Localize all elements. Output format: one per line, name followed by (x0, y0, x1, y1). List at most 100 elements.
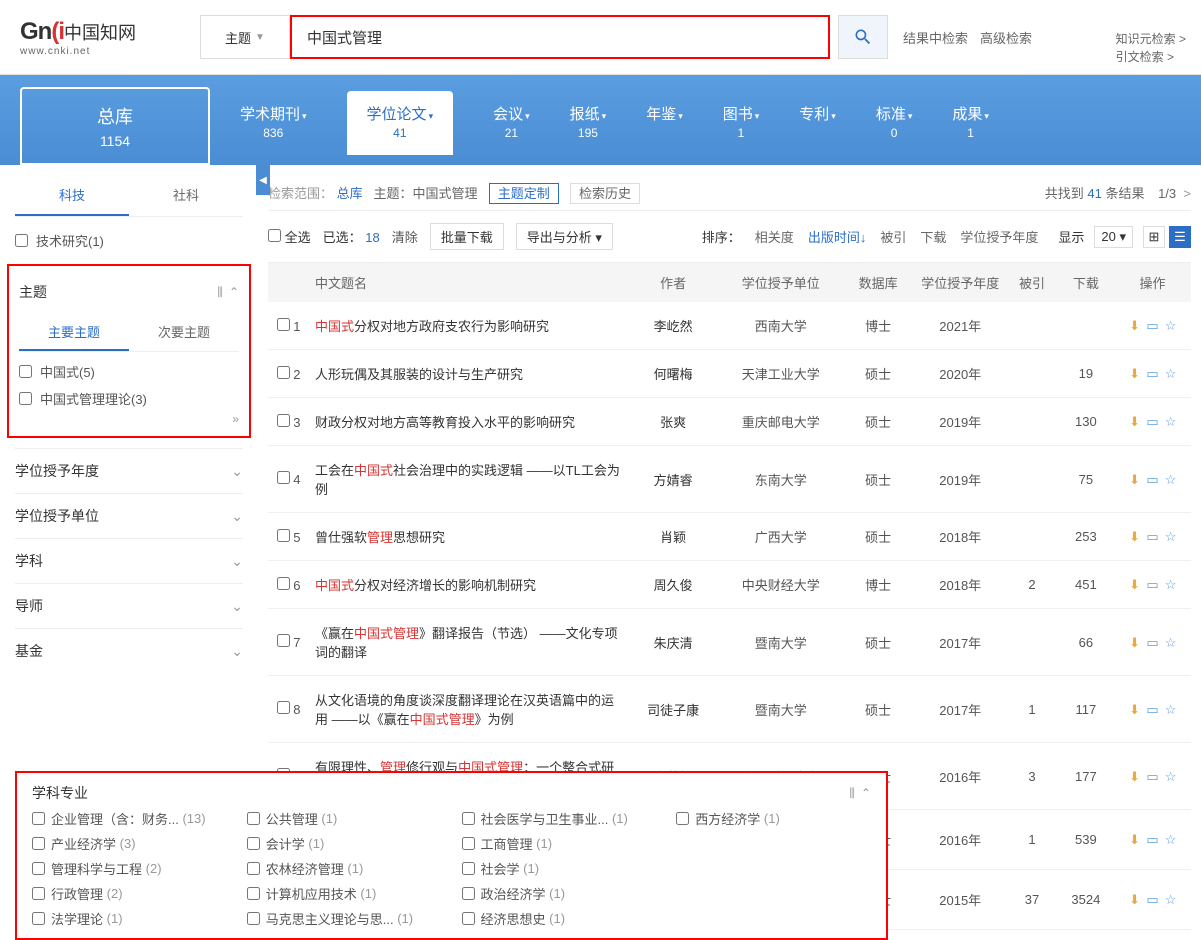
result-title-link[interactable]: 中国式分权对地方政府支农行为影响研究 (315, 319, 549, 334)
citation-search-link[interactable]: 引文检索 > (1116, 48, 1186, 66)
author-link[interactable]: 朱庆清 (654, 636, 693, 651)
source-tab-5[interactable]: 图书▾1 (723, 103, 760, 155)
discipline-item[interactable]: 农林经济管理 (1) (247, 859, 442, 878)
download-icon[interactable]: ⬇ (1128, 529, 1142, 543)
display-count-select[interactable]: 20 ▾ (1094, 226, 1133, 248)
search-button[interactable] (838, 15, 888, 59)
row-checkbox[interactable] (277, 414, 290, 427)
discipline-item[interactable]: 计算机应用技术 (1) (247, 884, 442, 903)
read-icon[interactable]: ▭ (1146, 769, 1160, 783)
filter-section[interactable]: 学位授予年度⌄ (15, 448, 243, 493)
read-icon[interactable]: ▭ (1146, 318, 1160, 332)
discipline-item[interactable]: 西方经济学 (1) (676, 809, 871, 828)
author-link[interactable]: 司徒子康 (647, 703, 699, 718)
row-checkbox[interactable] (277, 577, 290, 590)
author-link[interactable]: 李屹然 (654, 319, 693, 334)
read-icon[interactable]: ▭ (1146, 366, 1160, 380)
scope-value[interactable]: 总库 (337, 186, 363, 201)
result-title-link[interactable]: 从文化语境的角度谈深度翻译理论在汉英语篇中的运用 ——以《赢在中国式管理》为例 (315, 693, 614, 727)
sort-download[interactable]: 下载 (920, 227, 946, 246)
row-checkbox[interactable] (277, 318, 290, 331)
discipline-item[interactable]: 会计学 (1) (247, 834, 442, 853)
result-title-link[interactable]: 人形玩偶及其服装的设计与生产研究 (315, 367, 523, 382)
filter-section[interactable]: 导师⌄ (15, 583, 243, 628)
chart-icon[interactable]: ⫼ (217, 285, 223, 300)
star-icon[interactable]: ☆ (1164, 832, 1178, 846)
source-tab-3[interactable]: 报纸▾195 (570, 103, 607, 155)
batch-download-button[interactable]: 批量下载 (430, 223, 504, 250)
result-title-link[interactable]: 《赢在中国式管理》翻译报告（节选） ——文化专项词的翻译 (315, 626, 618, 660)
facet-tech-research[interactable]: 技术研究(1) (15, 227, 243, 254)
collapse-icon[interactable]: ⌃ (229, 285, 239, 300)
read-icon[interactable]: ▭ (1146, 472, 1160, 486)
result-title-link[interactable]: 财政分权对地方高等教育投入水平的影响研究 (315, 415, 575, 430)
discipline-item[interactable]: 经济思想史 (1) (462, 909, 657, 928)
download-icon[interactable]: ⬇ (1128, 577, 1142, 591)
more-arrow[interactable]: » (19, 412, 239, 426)
download-icon[interactable]: ⬇ (1128, 318, 1142, 332)
discipline-item[interactable]: 法学理论 (1) (32, 909, 227, 928)
download-icon[interactable]: ⬇ (1128, 832, 1142, 846)
star-icon[interactable]: ☆ (1164, 366, 1178, 380)
author-link[interactable]: 周久俊 (654, 578, 693, 593)
read-icon[interactable]: ▭ (1146, 577, 1160, 591)
list-view-icon[interactable]: ☰ (1169, 226, 1191, 248)
result-title-link[interactable]: 中国式分权对经济增长的影响机制研究 (315, 578, 536, 593)
export-analysis-button[interactable]: 导出与分析 ▾ (516, 223, 613, 250)
collapse-icon[interactable]: ⌃ (861, 786, 871, 801)
source-tab-4[interactable]: 年鉴▾ (646, 103, 683, 155)
chart-icon[interactable]: ⫼ (849, 786, 855, 801)
author-link[interactable]: 张爽 (660, 415, 686, 430)
row-checkbox[interactable] (277, 529, 290, 542)
author-link[interactable]: 方婧睿 (654, 473, 693, 488)
row-checkbox[interactable] (277, 471, 290, 484)
facet-item[interactable]: 中国式(5) (19, 358, 239, 385)
sort-year[interactable]: 学位授予年度 (960, 227, 1038, 246)
discipline-item[interactable]: 产业经济学 (3) (32, 834, 227, 853)
download-icon[interactable]: ⬇ (1128, 414, 1142, 428)
facet-checkbox[interactable] (15, 234, 28, 247)
download-icon[interactable]: ⬇ (1128, 702, 1142, 716)
star-icon[interactable]: ☆ (1164, 529, 1178, 543)
source-tab-8[interactable]: 成果▾1 (952, 103, 989, 155)
discipline-item[interactable]: 社会医学与卫生事业... (1) (462, 809, 657, 828)
facet-item[interactable]: 中国式管理理论(3) (19, 385, 239, 412)
filter-section[interactable]: 学位授予单位⌄ (15, 493, 243, 538)
discipline-item[interactable]: 公共管理 (1) (247, 809, 442, 828)
star-icon[interactable]: ☆ (1164, 635, 1178, 649)
read-icon[interactable]: ▭ (1146, 529, 1160, 543)
star-icon[interactable]: ☆ (1164, 577, 1178, 591)
discipline-item[interactable]: 政治经济学 (1) (462, 884, 657, 903)
star-icon[interactable]: ☆ (1164, 318, 1178, 332)
read-icon[interactable]: ▭ (1146, 635, 1160, 649)
row-checkbox[interactable] (277, 366, 290, 379)
tab-main-subject[interactable]: 主要主题 (19, 314, 129, 351)
row-checkbox[interactable] (277, 634, 290, 647)
tab-social[interactable]: 社科 (129, 175, 243, 216)
clear-selection[interactable]: 清除 (392, 227, 418, 246)
theme-custom-button[interactable]: 主题定制 (489, 183, 559, 204)
download-icon[interactable]: ⬇ (1128, 892, 1142, 906)
filter-section[interactable]: 学科⌄ (15, 538, 243, 583)
result-title-link[interactable]: 工会在中国式社会治理中的实践逻辑 ——以TL工会为例 (315, 463, 620, 497)
row-checkbox[interactable] (277, 701, 290, 714)
total-box[interactable]: 总库 1154 (20, 87, 210, 165)
discipline-item[interactable]: 行政管理 (2) (32, 884, 227, 903)
star-icon[interactable]: ☆ (1164, 702, 1178, 716)
search-history-button[interactable]: 检索历史 (570, 183, 640, 204)
filter-section[interactable]: 基金⌄ (15, 628, 243, 673)
source-tab-0[interactable]: 学术期刊▾836 (240, 103, 307, 155)
source-tab-6[interactable]: 专利▾ (799, 103, 836, 155)
download-icon[interactable]: ⬇ (1128, 472, 1142, 486)
result-search-link[interactable]: 结果中检索 (903, 28, 968, 47)
discipline-item[interactable]: 企业管理（含：财务... (13) (32, 809, 227, 828)
source-tab-7[interactable]: 标准▾0 (876, 103, 913, 155)
star-icon[interactable]: ☆ (1164, 892, 1178, 906)
tab-science[interactable]: 科技 (15, 175, 129, 216)
read-icon[interactable]: ▭ (1146, 702, 1160, 716)
knowledge-search-link[interactable]: 知识元检索 > (1116, 30, 1186, 48)
star-icon[interactable]: ☆ (1164, 769, 1178, 783)
discipline-item[interactable]: 社会学 (1) (462, 859, 657, 878)
read-icon[interactable]: ▭ (1146, 832, 1160, 846)
select-all[interactable]: 全选 (268, 227, 311, 246)
